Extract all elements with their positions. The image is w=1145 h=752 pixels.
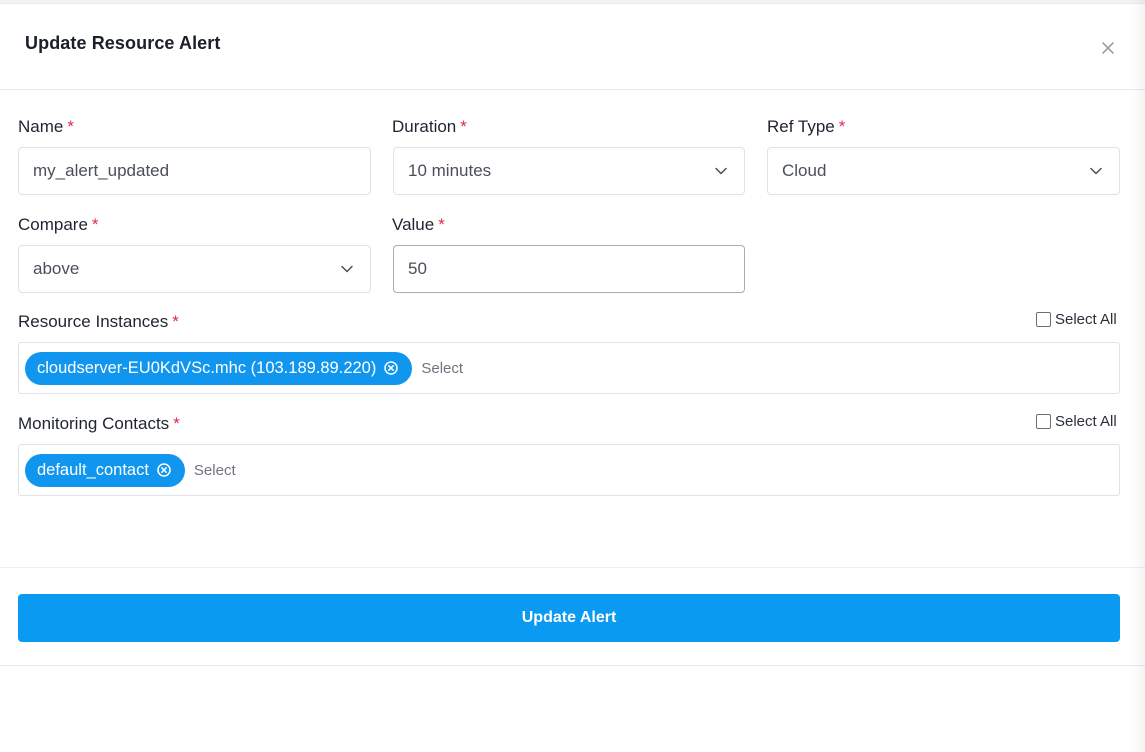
resource-instances-placeholder[interactable]: Select xyxy=(421,360,463,377)
tag-label: default_contact xyxy=(37,460,149,479)
value-input-value: 50 xyxy=(408,259,427,278)
ref-type-select[interactable]: Cloud xyxy=(767,147,1120,195)
chevron-down-icon xyxy=(341,265,353,273)
value-input[interactable]: 50 xyxy=(393,245,745,293)
monitoring-contacts-label: Monitoring Contacts * xyxy=(18,414,180,433)
contact-tag: default_contact xyxy=(25,453,185,487)
update-alert-modal: Update Resource Alert Name * Duration * Re… xyxy=(0,3,1145,666)
select-all-checkbox[interactable] xyxy=(1036,414,1051,429)
duration-select[interactable]: 10 minutes xyxy=(393,147,745,195)
name-input[interactable]: my_alert_updated xyxy=(18,147,371,195)
resource-instance-tag: cloudserver-EU0KdVSc.mhc (103.189.89.220… xyxy=(25,351,413,385)
tag-label: cloudserver-EU0KdVSc.mhc (103.189.89.220… xyxy=(37,358,377,377)
value-label: Value * xyxy=(392,215,445,234)
duration-label: Duration * xyxy=(392,117,467,136)
required-mark: * xyxy=(67,117,74,136)
duration-select-value: 10 minutes xyxy=(408,161,492,180)
name-input-value: my_alert_updated xyxy=(33,161,170,180)
ref-type-select-value: Cloud xyxy=(782,161,827,180)
chevron-down-icon xyxy=(715,167,727,175)
footer-divider xyxy=(0,567,1145,568)
compare-select[interactable]: above xyxy=(18,245,371,293)
modal-title: Update Resource Alert xyxy=(25,33,221,53)
select-all-checkbox[interactable] xyxy=(1036,312,1051,327)
required-mark: * xyxy=(91,215,99,234)
required-mark: * xyxy=(172,312,179,331)
select-all-label: Select All xyxy=(1055,311,1117,328)
compare-select-value: above xyxy=(33,259,80,278)
contacts-select-all[interactable]: Select All xyxy=(1036,413,1117,430)
update-alert-button[interactable]: Update Alert xyxy=(18,594,1120,642)
chevron-down-icon xyxy=(1090,167,1102,175)
modal-header: Update Resource Alert xyxy=(0,4,1145,90)
compare-label: Compare * xyxy=(18,215,99,234)
monitoring-contacts-multiselect[interactable]: default_contact Select xyxy=(18,444,1120,496)
remove-tag-icon[interactable] xyxy=(383,360,399,376)
required-mark: * xyxy=(460,117,467,136)
monitoring-contacts-placeholder[interactable]: Select xyxy=(194,462,236,479)
required-mark: * xyxy=(173,414,180,433)
resource-instances-multiselect[interactable]: cloudserver-EU0KdVSc.mhc (103.189.89.220… xyxy=(18,342,1120,394)
required-mark: * xyxy=(838,117,846,136)
required-mark: * xyxy=(438,215,445,234)
resource-select-all[interactable]: Select All xyxy=(1036,311,1117,328)
ref-type-label: Ref Type * xyxy=(767,117,846,136)
select-all-label: Select All xyxy=(1055,413,1117,430)
close-icon[interactable] xyxy=(1097,37,1119,59)
backdrop-area xyxy=(0,666,1145,752)
remove-tag-icon[interactable] xyxy=(156,462,172,478)
resource-instances-label: Resource Instances * xyxy=(18,312,179,331)
name-label: Name * xyxy=(18,117,74,136)
